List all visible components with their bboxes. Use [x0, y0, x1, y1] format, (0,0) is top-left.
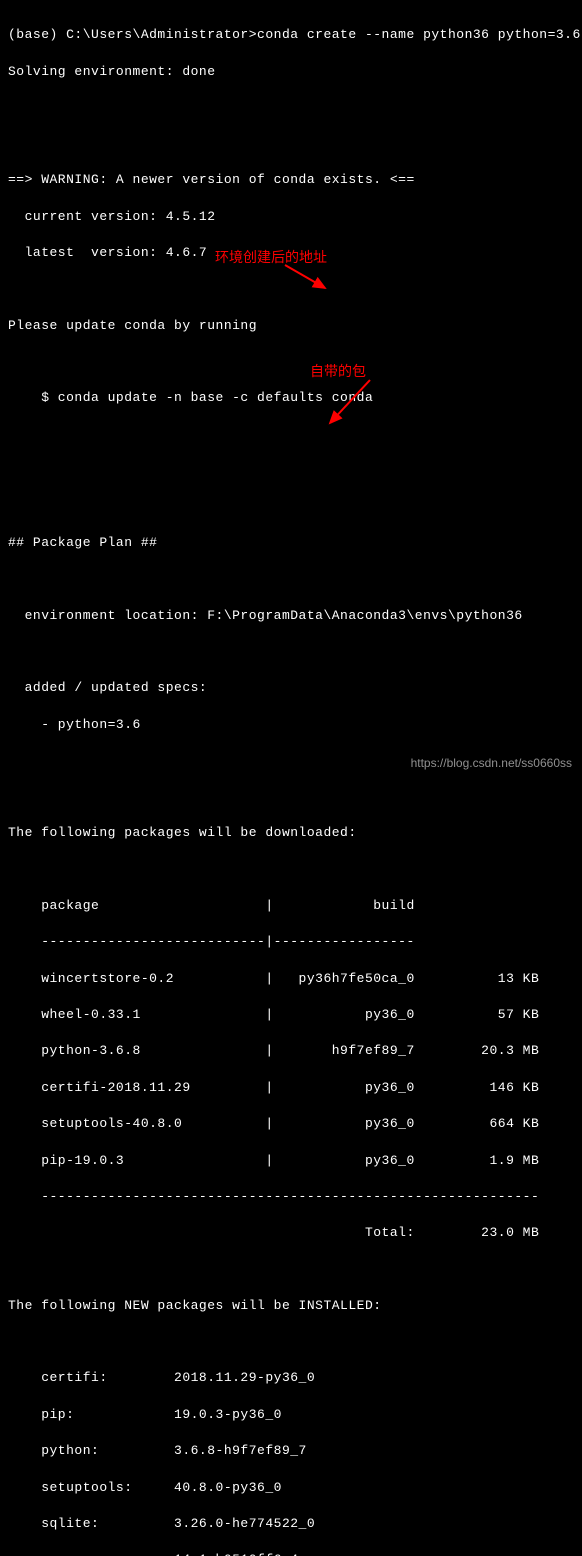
- new-package-row: certifi: 2018.11.29-py36_0: [8, 1369, 574, 1387]
- annotation-env-address: 环境创建后的地址: [215, 248, 327, 268]
- warning-current-version: current version: 4.5.12: [8, 208, 574, 226]
- update-message: Please update conda by running: [8, 317, 574, 335]
- package-row: setuptools-40.8.0 | py36_0 664 KB: [8, 1115, 574, 1133]
- package-row: python-3.6.8 | h9f7ef89_7 20.3 MB: [8, 1042, 574, 1060]
- package-plan-header: ## Package Plan ##: [8, 534, 574, 552]
- total-line: Total: 23.0 MB: [8, 1224, 574, 1242]
- new-package-row: setuptools: 40.8.0-py36_0: [8, 1479, 574, 1497]
- watermark-text: https://blog.csdn.net/ss0660ss: [411, 755, 572, 772]
- annotation-builtin-packages: 自带的包: [310, 362, 366, 382]
- spec-python: - python=3.6: [8, 716, 574, 734]
- new-package-row: python: 3.6.8-h9f7ef89_7: [8, 1442, 574, 1460]
- command-prompt: (base) C:\Users\Administrator>conda crea…: [8, 26, 574, 44]
- package-row: wincertstore-0.2 | py36h7fe50ca_0 13 KB: [8, 970, 574, 988]
- update-command: $ conda update -n base -c defaults conda: [8, 389, 574, 407]
- package-row: wheel-0.33.1 | py36_0 57 KB: [8, 1006, 574, 1024]
- total-divider: ----------------------------------------…: [8, 1188, 574, 1206]
- table-divider: ---------------------------|------------…: [8, 933, 574, 951]
- environment-location: environment location: F:\ProgramData\Ana…: [8, 607, 574, 625]
- download-header: The following packages will be downloade…: [8, 824, 574, 842]
- solving-status: Solving environment: done: [8, 63, 574, 81]
- new-package-row: vc: 14.1-h0510ff6_4: [8, 1551, 574, 1556]
- package-row: certifi-2018.11.29 | py36_0 146 KB: [8, 1079, 574, 1097]
- table-header: package | build: [8, 897, 574, 915]
- new-package-row: sqlite: 3.26.0-he774522_0: [8, 1515, 574, 1533]
- terminal-output: (base) C:\Users\Administrator>conda crea…: [8, 8, 574, 1556]
- new-package-row: pip: 19.0.3-py36_0: [8, 1406, 574, 1424]
- warning-header: ==> WARNING: A newer version of conda ex…: [8, 171, 574, 189]
- added-updated-specs: added / updated specs:: [8, 679, 574, 697]
- new-packages-header: The following NEW packages will be INSTA…: [8, 1297, 574, 1315]
- package-row: pip-19.0.3 | py36_0 1.9 MB: [8, 1152, 574, 1170]
